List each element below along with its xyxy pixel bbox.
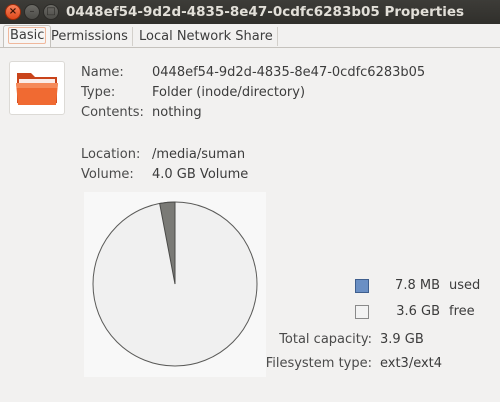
tab-local-network-share-label: Local Network Share <box>139 29 273 44</box>
close-button[interactable]: × <box>5 4 21 20</box>
used-value: 7.8 MB <box>395 278 440 293</box>
contents-label: Contents: <box>81 105 144 120</box>
title-bar: × – □ 0448ef54-9d2d-4835-8e47-0cdfc6283b… <box>0 0 500 25</box>
name-value[interactable]: 0448ef54-9d2d-4835-8e47-0cdfc6283b05 <box>152 65 425 81</box>
volume-label: Volume: <box>81 167 134 182</box>
name-label: Name: <box>81 65 124 80</box>
filesystem-type-value: ext3/ext4 <box>380 356 443 371</box>
tab-basic[interactable]: Basic <box>3 25 52 47</box>
usage-pie-chart <box>84 192 266 377</box>
location-value[interactable]: /media/suman <box>152 147 245 163</box>
used-label: used <box>449 278 481 293</box>
folder-icon-tile[interactable] <box>9 61 65 115</box>
tab-local-network-share[interactable]: Local Network Share <box>135 27 278 46</box>
filesystem-type-label: Filesystem type: <box>265 356 372 371</box>
free-color-swatch <box>355 305 369 319</box>
free-label: free <box>449 304 475 319</box>
type-value: Folder (inode/directory) <box>152 85 306 100</box>
used-color-swatch <box>355 279 369 293</box>
free-value: 3.6 GB <box>396 304 440 319</box>
tab-bar: Basic Permissions Local Network Share <box>0 24 500 48</box>
tab-permissions[interactable]: Permissions <box>47 27 133 46</box>
tab-permissions-label: Permissions <box>51 29 128 44</box>
type-label: Type: <box>81 85 116 100</box>
contents-value: nothing <box>152 105 202 120</box>
tab-basic-label: Basic <box>8 27 47 44</box>
pie-chart-svg <box>92 201 258 367</box>
total-capacity-label: Total capacity: <box>279 332 372 347</box>
volume-value: 4.0 GB Volume <box>152 167 249 182</box>
minimize-button[interactable]: – <box>24 4 40 20</box>
location-label: Location: <box>81 147 141 162</box>
total-capacity-value: 3.9 GB <box>380 332 424 347</box>
window-title: 0448ef54-9d2d-4835-8e47-0cdfc6283b05 Pro… <box>66 4 465 20</box>
maximize-button[interactable]: □ <box>43 4 59 20</box>
folder-icon <box>16 73 58 105</box>
